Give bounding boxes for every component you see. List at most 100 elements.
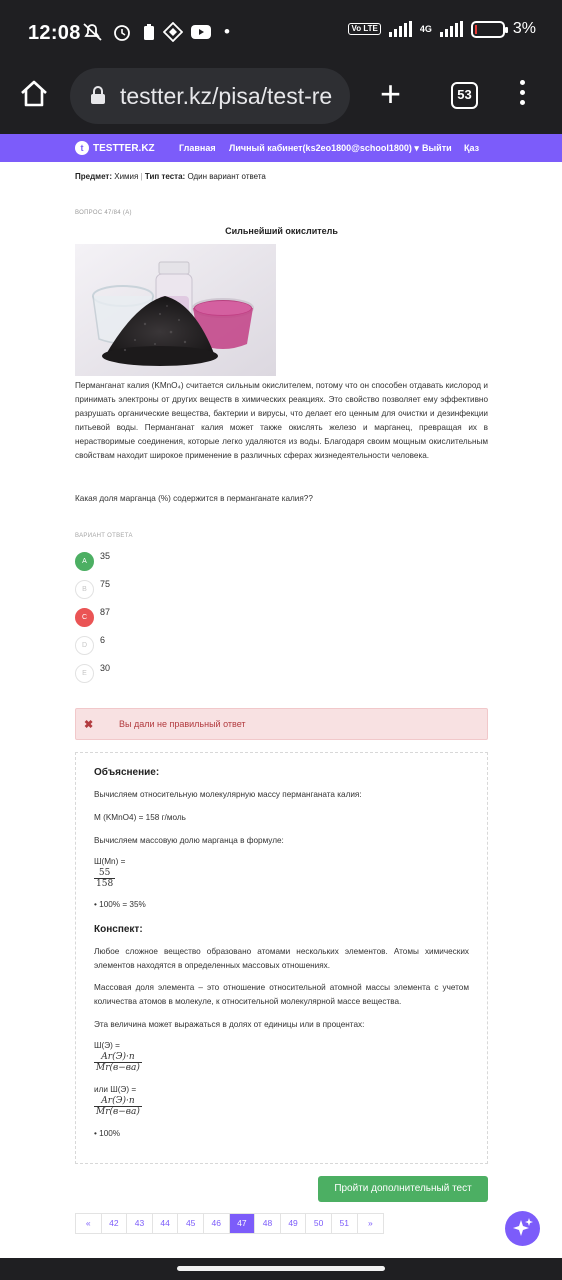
explanation-line: Вычисляем массовую долю марганца в форму… bbox=[94, 835, 284, 845]
volte-badge: Vo LTE bbox=[348, 23, 381, 35]
sparkle-icon bbox=[513, 1218, 533, 1236]
nav-language-link[interactable]: Қаз bbox=[464, 143, 479, 153]
answer-option-d[interactable]: D 6 bbox=[75, 635, 275, 658]
status-time: 12:08 bbox=[28, 22, 81, 44]
battery-icon bbox=[470, 20, 508, 38]
option-value: 30 bbox=[100, 663, 111, 673]
explanation-result: • 100% = 35% bbox=[94, 899, 146, 909]
page-link[interactable]: 48 bbox=[255, 1214, 281, 1233]
fraction-numerator: 55 bbox=[94, 868, 116, 879]
status-right: Vo LTE 4G 3% bbox=[348, 20, 536, 38]
battery-saver-icon bbox=[142, 22, 156, 47]
option-value: 75 bbox=[100, 579, 111, 589]
page-link[interactable]: 46 bbox=[204, 1214, 230, 1233]
test-type-value: Один вариант ответа bbox=[187, 172, 266, 181]
question-prompt: Какая доля марганца (%) содержится в пер… bbox=[75, 494, 313, 503]
home-icon[interactable] bbox=[18, 78, 50, 110]
summary-title: Конспект: bbox=[94, 923, 143, 935]
network-type: 4G bbox=[419, 24, 432, 34]
summary-paragraph: Любое сложное вещество образовано атомам… bbox=[94, 946, 469, 970]
battery-percent: 3% bbox=[512, 20, 536, 37]
status-bar: 12:08 • Vo LTE 4G 3% bbox=[0, 0, 562, 64]
page-link[interactable]: 51 bbox=[332, 1214, 358, 1233]
fraction-denominator: Mr(в−ва) bbox=[96, 1063, 140, 1074]
page-link[interactable]: 44 bbox=[153, 1214, 179, 1233]
alert-text: Вы дали не правильный ответ bbox=[119, 719, 246, 729]
nav-home-link[interactable]: Главная bbox=[179, 143, 216, 153]
question-title: Сильнейший окислитель bbox=[225, 226, 338, 236]
wrong-answer-alert: ✖ Вы дали не правильный ответ bbox=[75, 708, 488, 740]
option-value: 35 bbox=[100, 551, 111, 561]
new-tab-icon[interactable]: + bbox=[380, 76, 401, 112]
subject-value: Химия bbox=[114, 172, 139, 181]
summary-paragraph: Эта величина может выражаться в долях от… bbox=[94, 1020, 365, 1030]
formula-label: или Ш(Э) = bbox=[94, 1085, 137, 1095]
close-icon: ✖ bbox=[84, 719, 94, 731]
answer-option-c[interactable]: C 87 bbox=[75, 607, 275, 630]
answer-option-e[interactable]: E 30 bbox=[75, 663, 275, 686]
explanation-panel: Объяснение: Вычисляем относительную моле… bbox=[75, 752, 488, 1164]
signal-icon bbox=[388, 21, 412, 37]
mn-fraction-label: Ш(Mn) = bbox=[94, 856, 126, 866]
sparkle-assistant-button[interactable] bbox=[505, 1211, 540, 1246]
option-letter: E bbox=[75, 664, 94, 683]
gesture-handle[interactable] bbox=[177, 1266, 385, 1271]
site-navbar: t TESTTER.KZ Главная Личный кабинет(ks2e… bbox=[0, 134, 562, 162]
answer-option-b[interactable]: B 75 bbox=[75, 579, 275, 602]
page-link-active[interactable]: 47 bbox=[229, 1214, 256, 1233]
site-logo[interactable]: t TESTTER.KZ bbox=[75, 141, 155, 155]
page-next[interactable]: » bbox=[358, 1214, 384, 1233]
youtube-icon bbox=[190, 22, 212, 47]
subject-label: Предмет: bbox=[75, 172, 113, 181]
fraction-numerator: Ar(Э)·n bbox=[94, 1052, 142, 1064]
question-image bbox=[75, 244, 276, 376]
explanation-line: Вычисляем относительную молекулярную мас… bbox=[94, 790, 362, 799]
lock-icon bbox=[90, 86, 106, 104]
pagination: « 42 43 44 45 46 47 48 49 50 51 » bbox=[75, 1213, 385, 1234]
formula-label: Ш(Э) = bbox=[94, 1041, 120, 1051]
option-letter: D bbox=[75, 636, 94, 655]
question-number: ВОПРОС 47/84 (А) bbox=[75, 210, 132, 216]
logo-text: TESTTER.KZ bbox=[93, 142, 155, 154]
option-letter: B bbox=[75, 580, 94, 599]
nav-cabinet-link[interactable]: Личный кабинет(ks2eo1800@school1800) ▾ bbox=[229, 143, 419, 154]
explanation-title: Объяснение: bbox=[94, 767, 160, 778]
page-link[interactable]: 49 bbox=[281, 1214, 307, 1233]
alarm-icon bbox=[112, 22, 132, 47]
mute-icon bbox=[82, 22, 104, 47]
summary-paragraph: Массовая доля элемента – это отношение о… bbox=[94, 983, 469, 1007]
system-nav-bar bbox=[0, 1258, 562, 1280]
extra-test-button[interactable]: Пройти дополнительный тест bbox=[318, 1176, 488, 1202]
explanation-line: M (KMnO4) = 158 г/моль bbox=[94, 812, 186, 822]
option-letter: C bbox=[75, 608, 94, 627]
tab-switcher-button[interactable]: 53 bbox=[451, 82, 478, 109]
page-link[interactable]: 43 bbox=[127, 1214, 153, 1233]
chevron-down-icon: ▾ bbox=[414, 143, 419, 153]
fraction-numerator: Ar(Э)·n bbox=[94, 1096, 142, 1108]
question-text: Перманганат калия (KMnO₄) считается силь… bbox=[75, 381, 488, 460]
fraction-denominator: Mr(в−ва) bbox=[96, 1107, 140, 1118]
fraction-denominator: 158 bbox=[96, 878, 114, 889]
mn-fraction: 55 158 bbox=[94, 868, 469, 889]
page-link[interactable]: 50 bbox=[306, 1214, 332, 1233]
more-vert-icon[interactable] bbox=[515, 80, 529, 110]
page-link[interactable]: 45 bbox=[178, 1214, 204, 1233]
option-letter: A bbox=[75, 552, 94, 571]
answers-label: ВАРИАНТ ОТВЕТА bbox=[75, 533, 133, 539]
formula-fraction: Ar(Э)·n Mr(в−ва) bbox=[94, 1096, 469, 1117]
test-type-label: Тип теста: bbox=[144, 172, 186, 181]
formula-fraction: Ar(Э)·n Mr(в−ва) bbox=[94, 1052, 469, 1073]
nav-logout-link[interactable]: Выйти bbox=[422, 143, 452, 153]
option-value: 87 bbox=[100, 607, 111, 617]
page-prev[interactable]: « bbox=[76, 1214, 102, 1233]
url-text: testter.kz/pisa/test-re bbox=[120, 83, 333, 109]
answer-option-a[interactable]: A 35 bbox=[75, 551, 275, 574]
address-bar[interactable]: testter.kz/pisa/test-re bbox=[70, 68, 350, 124]
option-value: 6 bbox=[100, 635, 106, 645]
page-link[interactable]: 42 bbox=[102, 1214, 128, 1233]
formula-tail: • 100% bbox=[94, 1129, 121, 1139]
test-meta: Предмет: Химия | Тип теста: Один вариант… bbox=[75, 172, 266, 181]
browser-toolbar: testter.kz/pisa/test-re + 53 bbox=[0, 64, 562, 134]
dot-icon: • bbox=[224, 22, 230, 41]
logo-icon: t bbox=[75, 141, 89, 155]
